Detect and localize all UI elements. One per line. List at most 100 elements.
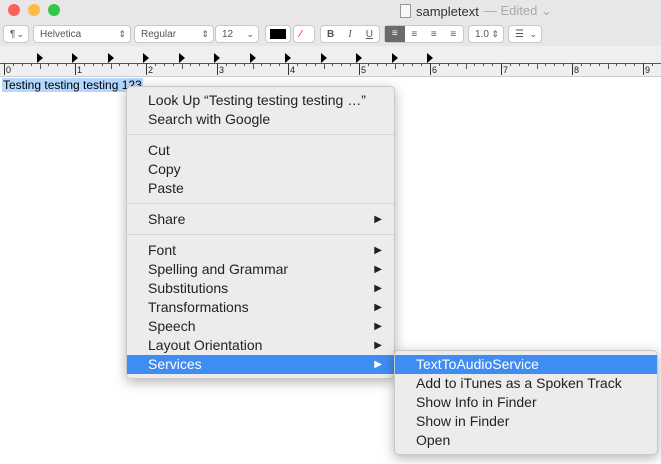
ruler-minor-tick <box>270 63 272 66</box>
tab-stop-marker[interactable] <box>391 53 398 63</box>
justify-icon[interactable]: ≡ <box>444 29 464 40</box>
menu-item-speech[interactable]: Speech ▶ <box>127 317 394 336</box>
align-center-icon[interactable]: ≡ <box>405 29 425 40</box>
tab-stop-marker[interactable] <box>320 53 327 63</box>
menu-item-font[interactable]: Font ▶ <box>127 241 394 260</box>
tab-stop-marker[interactable] <box>356 53 362 63</box>
ruler-major-tick <box>75 63 76 75</box>
ruler-minor-tick <box>403 63 405 66</box>
size-label: 12 <box>222 28 234 40</box>
menu-item-substitutions[interactable]: Substitutions ▶ <box>127 279 394 298</box>
submenu-arrow-icon: ▶ <box>374 321 382 332</box>
ruler[interactable]: 0 1 2 3 4 5 6 7 8 9 <box>0 46 661 77</box>
ruler-minor-tick <box>598 63 600 66</box>
ruler-minor-tick <box>376 63 378 66</box>
document-icon <box>400 4 411 18</box>
underline-button[interactable]: U <box>360 29 379 40</box>
align-right-icon[interactable]: ≡ <box>424 29 444 40</box>
list-bullets-button[interactable]: ☰ ⌄ <box>508 25 542 43</box>
menu-item-look-up-testing-testing-testing[interactable]: Look Up “Testing testing testing …” <box>127 91 394 110</box>
tab-stop-marker[interactable] <box>427 53 433 63</box>
ruler-minor-tick <box>314 63 316 66</box>
ruler-minor-tick <box>252 63 254 69</box>
close-button[interactable] <box>8 4 20 16</box>
ruler-minor-tick <box>509 63 511 66</box>
ruler-minor-tick <box>385 63 387 66</box>
ruler-minor-tick <box>492 63 494 66</box>
tab-stop-marker[interactable] <box>143 53 149 63</box>
menu-item-label: Speech <box>148 318 196 334</box>
menu-item-label: Cut <box>148 142 170 158</box>
zoom-button[interactable] <box>48 4 60 16</box>
service-item[interactable]: Show Info in Finder <box>395 393 657 412</box>
paragraph-style-button[interactable]: ¶ ⌄ <box>3 25 29 43</box>
ruler-minor-tick <box>190 63 192 66</box>
tab-stop-marker[interactable] <box>72 53 78 63</box>
service-item[interactable]: Open <box>395 431 657 450</box>
font-size-combo[interactable]: 12 ⌄ <box>215 25 259 43</box>
tab-stop-marker[interactable] <box>285 53 291 63</box>
minimize-button[interactable] <box>28 4 40 16</box>
ruler-minor-tick <box>243 63 245 66</box>
ruler-label: 6 <box>432 65 438 75</box>
ruler-minor-tick <box>536 63 538 69</box>
submenu-arrow-icon: ▶ <box>374 245 382 256</box>
line-spacing-select[interactable]: 1.0 ⇕ <box>468 25 504 43</box>
menu-item-share[interactable]: Share ▶ <box>127 210 394 229</box>
ruler-minor-tick <box>456 63 458 66</box>
ruler-minor-tick <box>323 63 325 69</box>
ruler-minor-tick <box>580 63 582 66</box>
menu-item-search-with-google[interactable]: Search with Google <box>127 110 394 129</box>
tab-stop-marker[interactable] <box>107 53 114 63</box>
ruler-minor-tick <box>296 63 298 66</box>
ruler-label: 0 <box>6 65 12 75</box>
ruler-minor-tick <box>563 63 565 66</box>
ruler-minor-tick <box>412 63 414 66</box>
ruler-minor-tick <box>651 63 653 66</box>
italic-button[interactable]: I <box>340 29 359 40</box>
ruler-minor-tick <box>367 63 369 66</box>
font-label: Helvetica <box>40 28 82 40</box>
service-item[interactable]: TextToAudioService <box>395 355 657 374</box>
background-color-button[interactable]: ⁄ <box>293 25 315 43</box>
menu-item-cut[interactable]: Cut <box>127 141 394 160</box>
menu-item-layout-orientation[interactable]: Layout Orientation ▶ <box>127 336 394 355</box>
ruler-minor-tick <box>181 63 183 69</box>
menu-item-paste[interactable]: Paste <box>127 179 394 198</box>
align-left-icon[interactable]: ≡ <box>385 26 405 42</box>
ruler-label: 2 <box>148 65 154 75</box>
tab-stop-marker[interactable] <box>249 53 256 63</box>
bold-button[interactable]: B <box>321 29 340 40</box>
menu-item-label: Transformations <box>148 299 249 315</box>
ruler-label: 8 <box>574 65 580 75</box>
edited-status[interactable]: — Edited ⌄ <box>484 3 552 19</box>
menu-item-label: Spelling and Grammar <box>148 261 289 277</box>
ruler-major-tick <box>4 63 5 75</box>
font-family-select[interactable]: Helvetica ⇕ <box>33 25 131 43</box>
ruler-minor-tick <box>83 63 85 66</box>
service-item[interactable]: Show in Finder <box>395 412 657 431</box>
service-item[interactable]: Add to iTunes as a Spoken Track <box>395 374 657 393</box>
menu-item-copy[interactable]: Copy <box>127 160 394 179</box>
window-title[interactable]: sampletext — Edited ⌄ <box>400 3 552 19</box>
ruler-label: 4 <box>290 65 296 75</box>
font-style-select[interactable]: Regular ⇕ <box>134 25 214 43</box>
ruler-minor-tick <box>119 63 121 66</box>
format-toolbar: ¶ ⌄ Helvetica ⇕ Regular ⇕ 12 ⌄ ⁄ B I U ≡ ≡ ≡… <box>0 22 661 46</box>
submenu-arrow-icon: ▶ <box>374 283 382 294</box>
alignment-group: ≡ ≡ ≡ ≡ <box>384 25 464 43</box>
ruler-minor-tick <box>57 63 59 66</box>
color-swatch <box>270 29 286 39</box>
document-text[interactable]: Testing testing testing 123 <box>2 78 143 92</box>
menu-item-transformations[interactable]: Transformations ▶ <box>127 298 394 317</box>
tab-stop-marker[interactable] <box>178 53 185 63</box>
tab-stop-marker[interactable] <box>214 53 220 63</box>
ruler-minor-tick <box>128 63 130 66</box>
text-color-button[interactable] <box>265 25 291 43</box>
tab-stop-marker[interactable] <box>36 53 43 63</box>
menu-item-spelling-and-grammar[interactable]: Spelling and Grammar ▶ <box>127 260 394 279</box>
menu-item-services[interactable]: Services ▶ <box>127 355 394 374</box>
ruler-minor-tick <box>225 63 227 66</box>
menu-item-label: Services <box>148 356 202 372</box>
ruler-minor-tick <box>438 63 440 66</box>
